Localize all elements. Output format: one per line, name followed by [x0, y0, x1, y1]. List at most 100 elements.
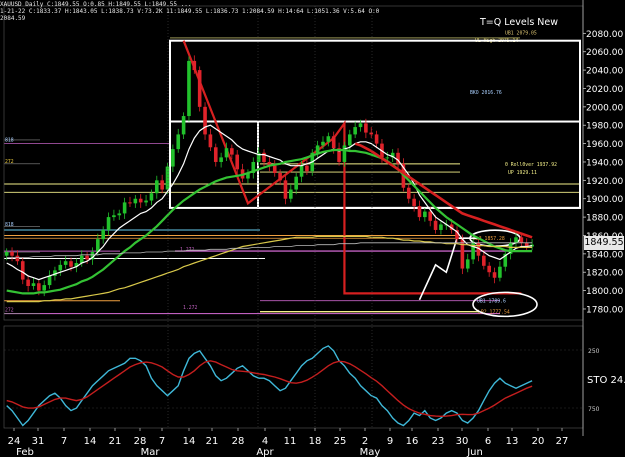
- candle-body: [138, 198, 143, 203]
- sto-tick-label: 250: [588, 348, 600, 355]
- level-label: UB1 1789.6: [477, 299, 506, 305]
- candle-body: [364, 123, 368, 133]
- level-label: 0 Roll0ver 1937.92: [505, 162, 557, 168]
- x-tick-label: 20: [532, 436, 545, 447]
- candle-body: [460, 239, 465, 269]
- x-tick-label: 7: [159, 436, 165, 447]
- candle-body: [439, 224, 443, 230]
- y-tick-label: 1820.00: [586, 269, 623, 279]
- candle-body: [4, 252, 9, 256]
- month-label: Mar: [141, 447, 161, 457]
- y-tick-label: 2020.00: [586, 85, 623, 95]
- level-label: 818: [5, 138, 14, 144]
- chart-title: T=Q Levels New: [480, 17, 559, 28]
- candle-body: [133, 198, 138, 204]
- candle-body: [149, 193, 154, 201]
- candle-body: [305, 165, 309, 172]
- month-label: Apr: [256, 447, 274, 457]
- chart-canvas: UL High 2075.14UB1 2079.05BKO 2016.760 R…: [0, 0, 625, 457]
- candle-body: [171, 149, 175, 167]
- y-tick-label: 1880.00: [586, 214, 623, 224]
- candle-body: [385, 157, 390, 159]
- month-label: Feb: [16, 447, 34, 457]
- candle-body: [37, 283, 41, 291]
- candle-body: [369, 132, 374, 135]
- candle-body: [315, 145, 320, 153]
- candle-body: [117, 213, 122, 216]
- y-tick-label: 2040.00: [586, 67, 623, 77]
- candle-body: [406, 187, 411, 199]
- level-label: 272: [5, 308, 14, 314]
- candle-body: [347, 134, 352, 146]
- x-tick-label: 28: [232, 436, 245, 447]
- candle-body: [331, 136, 336, 149]
- month-label: May: [360, 447, 381, 457]
- candle-body: [417, 206, 422, 218]
- candle-body: [58, 264, 63, 271]
- candle-body: [106, 217, 111, 230]
- candle-body: [230, 148, 234, 155]
- candle-body: [433, 220, 438, 230]
- candle-body: [160, 180, 164, 190]
- x-tick-label: 24: [8, 436, 21, 447]
- level-label: 1.272: [183, 305, 198, 311]
- candle-body: [412, 198, 416, 207]
- y-tick-label: 1900.00: [586, 195, 623, 205]
- candle-body: [213, 147, 218, 162]
- candle-body: [289, 189, 293, 199]
- candle-body: [465, 259, 470, 269]
- y-tick-label: 1780.00: [586, 305, 623, 315]
- x-tick-label: 9: [387, 436, 393, 447]
- x-tick-label: 11: [284, 436, 297, 447]
- chart-header-line2: 1-21-22 C:1833.37 H:1843.05 L:1838.73 V:…: [0, 8, 380, 15]
- x-tick-label: 21: [206, 436, 219, 447]
- candle-body: [197, 70, 202, 107]
- candle-body: [42, 285, 47, 291]
- candle-body: [487, 265, 491, 273]
- candle-body: [492, 272, 497, 278]
- level-label: UP 1929.11: [508, 170, 537, 176]
- x-tick-label: 2: [362, 436, 368, 447]
- candle-body: [85, 255, 89, 260]
- x-tick-label: 28: [134, 436, 147, 447]
- candle-body: [192, 60, 197, 71]
- x-tick-label: 23: [432, 436, 445, 447]
- chart-header-line3: 2084.59: [0, 15, 26, 22]
- candle-body: [101, 229, 105, 240]
- candle-body: [69, 261, 73, 267]
- candle-body: [154, 180, 159, 194]
- y-tick-label: 1840.00: [586, 250, 623, 260]
- candle-body: [26, 279, 30, 287]
- candle-body: [482, 255, 486, 266]
- candle-body: [122, 202, 127, 214]
- x-tick-label: 25: [334, 436, 347, 447]
- y-tick-label: 2000.00: [586, 103, 623, 113]
- candle-body: [358, 123, 363, 128]
- y-tick-label: 2060.00: [586, 48, 623, 58]
- candle-body: [165, 166, 170, 190]
- x-tick-label: 31: [32, 436, 45, 447]
- candle-body: [208, 134, 213, 148]
- x-tick-label: 14: [84, 436, 97, 447]
- candle-body: [224, 148, 229, 158]
- sto-tick-label: 750: [588, 406, 600, 413]
- candle-body: [235, 154, 240, 170]
- x-tick-label: 27: [556, 436, 569, 447]
- x-tick-label: 30: [456, 436, 469, 447]
- candle-body: [272, 165, 277, 173]
- candle-body: [219, 157, 223, 162]
- candle-body: [79, 255, 84, 264]
- chart-background: [0, 0, 625, 457]
- y-tick-label: 1800.00: [586, 287, 623, 297]
- candle-body: [128, 202, 132, 204]
- candle-body: [181, 116, 186, 135]
- candle-body: [374, 134, 379, 144]
- level-label: UB1 2079.05: [505, 30, 537, 36]
- candle-body: [299, 165, 304, 177]
- y-tick-label: 1940.00: [586, 158, 623, 168]
- candle-body: [10, 252, 14, 256]
- level-label: BKO 2016.76: [470, 90, 502, 96]
- x-tick-label: 6: [485, 436, 491, 447]
- chart-header-line1: XAUUSD Daily C:1849.55 O:0.85 H:1849.55 …: [0, 1, 192, 8]
- x-tick-label: 13: [506, 436, 519, 447]
